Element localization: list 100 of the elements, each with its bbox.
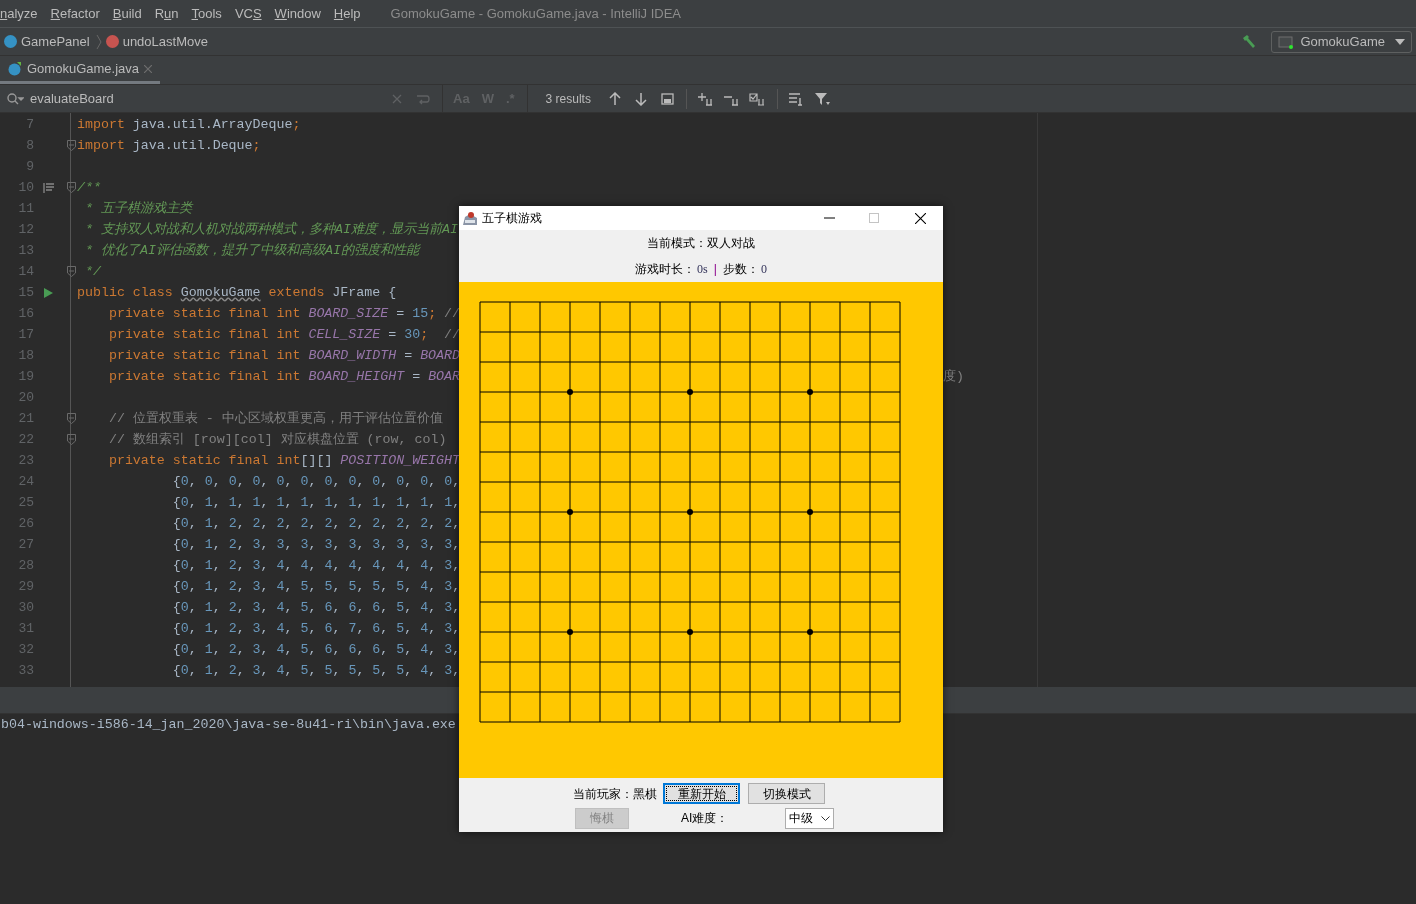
mode-label: 当前模式：双人对战 bbox=[647, 235, 755, 252]
line-number: 30 bbox=[17, 598, 34, 617]
window-icon bbox=[1278, 34, 1295, 49]
code-line: {0, 1, 2, 3, 4, 5, 5, 5, 5, 5, 4, 3, bbox=[171, 661, 461, 680]
hammer-icon[interactable] bbox=[1241, 33, 1258, 50]
fold-icon[interactable] bbox=[67, 266, 76, 277]
window-title: GomokuGame - GomokuGame.java - IntelliJ IDEA bbox=[390, 4, 682, 23]
line-number: 23 bbox=[17, 451, 34, 470]
code-line: {0, 1, 2, 3, 4, 5, 6, 7, 6, 5, 4, 3, bbox=[171, 619, 461, 638]
line-number: 20 bbox=[17, 388, 34, 407]
line-number: 24 bbox=[17, 472, 34, 491]
code-line: private static final int BOARD_HEIGHT = BOAR bbox=[107, 367, 461, 386]
menu-item[interactable]: VCS bbox=[234, 3, 262, 24]
code-line: {0, 0, 0, 0, 0, 0, 0, 0, 0, 0, 0, 0, bbox=[171, 472, 461, 491]
code-line: {0, 1, 2, 2, 2, 2, 2, 2, 2, 2, 2, 2, bbox=[171, 514, 461, 533]
line-number: 16 bbox=[17, 304, 34, 323]
caret-icon bbox=[1395, 38, 1405, 45]
run-configuration-dropdown[interactable]: GomokuGame bbox=[1271, 30, 1412, 53]
line-number: 22 bbox=[17, 430, 34, 449]
code-line: import java.util.ArrayDeque; bbox=[77, 115, 301, 134]
stat-label: 步数： bbox=[722, 261, 759, 278]
code-line: private static final int CELL_SIZE = 30; // bbox=[107, 325, 461, 344]
ai-difficulty-label: AI难度： bbox=[681, 810, 729, 827]
search-icon[interactable] bbox=[6, 91, 24, 106]
next-occurrence-icon[interactable] bbox=[634, 91, 647, 106]
code-line: {0, 1, 2, 3, 4, 5, 6, 6, 6, 5, 4, 3, bbox=[171, 640, 461, 659]
chevron-down-icon bbox=[821, 815, 831, 821]
menu-item[interactable]: Window bbox=[274, 3, 321, 24]
current-player-label: 当前玩家：黑棋 bbox=[573, 785, 657, 803]
doc-comment-icon[interactable] bbox=[43, 182, 54, 193]
code-line: private static final int BOARD_WIDTH = BOARD bbox=[107, 346, 461, 365]
filter-lines-icon[interactable] bbox=[787, 91, 804, 106]
code-line: * 支持双人对战和人机对战两种模式，多种AI难度，显示当前AI bbox=[83, 220, 458, 239]
menu-item[interactable]: Tools bbox=[191, 3, 222, 24]
code-line: */ bbox=[83, 262, 101, 281]
code-line: * 优化了AI评估函数，提升了中级和高级AI的强度和性能 bbox=[83, 241, 419, 260]
code-line: private static final int[][] POSITION_WEIGHT bbox=[107, 451, 461, 470]
line-number: 21 bbox=[17, 409, 34, 428]
code-line: {0, 1, 2, 3, 4, 5, 5, 5, 5, 5, 4, 3, bbox=[171, 577, 461, 596]
game-button[interactable]: 重新开始 bbox=[663, 783, 740, 804]
result-count: 3 results bbox=[545, 90, 591, 108]
code-line: {0, 1, 2, 3, 4, 4, 4, 4, 4, 4, 4, 3, bbox=[171, 556, 461, 575]
code-line: // 位置权重表 - 中心区域权重更高，用于评估位置价值 bbox=[107, 409, 443, 428]
line-number: 31 bbox=[17, 619, 34, 638]
run-icon[interactable] bbox=[44, 287, 53, 298]
line-number: 29 bbox=[17, 577, 34, 596]
breadcrumb-item[interactable]: undoLastMove bbox=[122, 31, 208, 52]
add-occurrence-icon[interactable] bbox=[696, 91, 715, 106]
app-icon bbox=[462, 210, 478, 226]
previous-occurrence-icon[interactable] bbox=[608, 91, 621, 106]
fold-icon[interactable] bbox=[67, 140, 76, 151]
code-line: import java.util.Deque; bbox=[77, 136, 261, 155]
search-field[interactable]: evaluateBoard bbox=[30, 88, 390, 109]
code-line: private static final int BOARD_SIZE = 15; // bbox=[107, 304, 461, 323]
stat-value: 0 bbox=[760, 261, 767, 278]
difficulty-dropdown[interactable]: 中级 bbox=[785, 807, 835, 829]
code-fragment: 度) bbox=[943, 367, 964, 386]
menu-item[interactable]: Refactor bbox=[50, 3, 100, 24]
stat-value: 0s bbox=[697, 261, 708, 278]
line-number: 14 bbox=[17, 262, 34, 281]
line-number: 10 bbox=[17, 178, 34, 197]
menu-item[interactable]: Build bbox=[112, 3, 142, 24]
fold-icon[interactable] bbox=[67, 182, 76, 193]
line-number: 9 bbox=[25, 157, 34, 176]
line-number: 8 bbox=[25, 136, 34, 155]
line-number: 25 bbox=[17, 493, 34, 512]
line-number: 32 bbox=[17, 640, 34, 659]
line-number: 18 bbox=[17, 346, 34, 365]
code-line: /** bbox=[77, 178, 101, 197]
select-occurrences-icon[interactable] bbox=[748, 91, 767, 106]
breadcrumb-item[interactable]: GamePanel bbox=[21, 31, 90, 52]
line-number: 26 bbox=[17, 514, 34, 533]
fold-icon[interactable] bbox=[67, 413, 76, 424]
line-number: 7 bbox=[25, 115, 34, 134]
line-number: 33 bbox=[17, 661, 34, 680]
code-line: {0, 1, 1, 1, 1, 1, 1, 1, 1, 1, 1, 1, bbox=[171, 493, 461, 512]
line-number: 27 bbox=[17, 535, 34, 554]
menu-item[interactable]: Run bbox=[154, 3, 179, 24]
code-line: // 数组索引 [row][col] 对应棋盘位置 (row, col) bbox=[107, 430, 447, 449]
line-number: 11 bbox=[17, 199, 34, 218]
menu-item[interactable]: nalyze bbox=[0, 3, 38, 24]
code-line: public class GomokuGame extends JFrame { bbox=[77, 283, 397, 302]
separator: | bbox=[713, 261, 717, 278]
line-number: 15 bbox=[17, 283, 34, 302]
select-all-icon[interactable] bbox=[660, 92, 674, 105]
code-line: {0, 1, 2, 3, 3, 3, 3, 3, 3, 3, 3, 3, bbox=[171, 535, 461, 554]
line-number: 17 bbox=[17, 325, 34, 344]
line-number: 13 bbox=[17, 241, 34, 260]
game-button[interactable]: 切换模式 bbox=[748, 783, 825, 804]
window-title: 五子棋游戏 bbox=[482, 210, 542, 227]
code-line: * 五子棋游戏主类 bbox=[83, 199, 192, 218]
stat-label: 游戏时长： bbox=[635, 261, 696, 278]
fold-icon[interactable] bbox=[67, 434, 76, 445]
close-icon[interactable] bbox=[915, 212, 926, 224]
filter-icon[interactable] bbox=[813, 91, 830, 106]
line-number: 12 bbox=[17, 220, 34, 239]
line-number: 19 bbox=[17, 367, 34, 386]
menu-item[interactable]: Help bbox=[333, 3, 361, 24]
class-icon bbox=[8, 61, 22, 76]
chevron-icon bbox=[95, 33, 102, 50]
